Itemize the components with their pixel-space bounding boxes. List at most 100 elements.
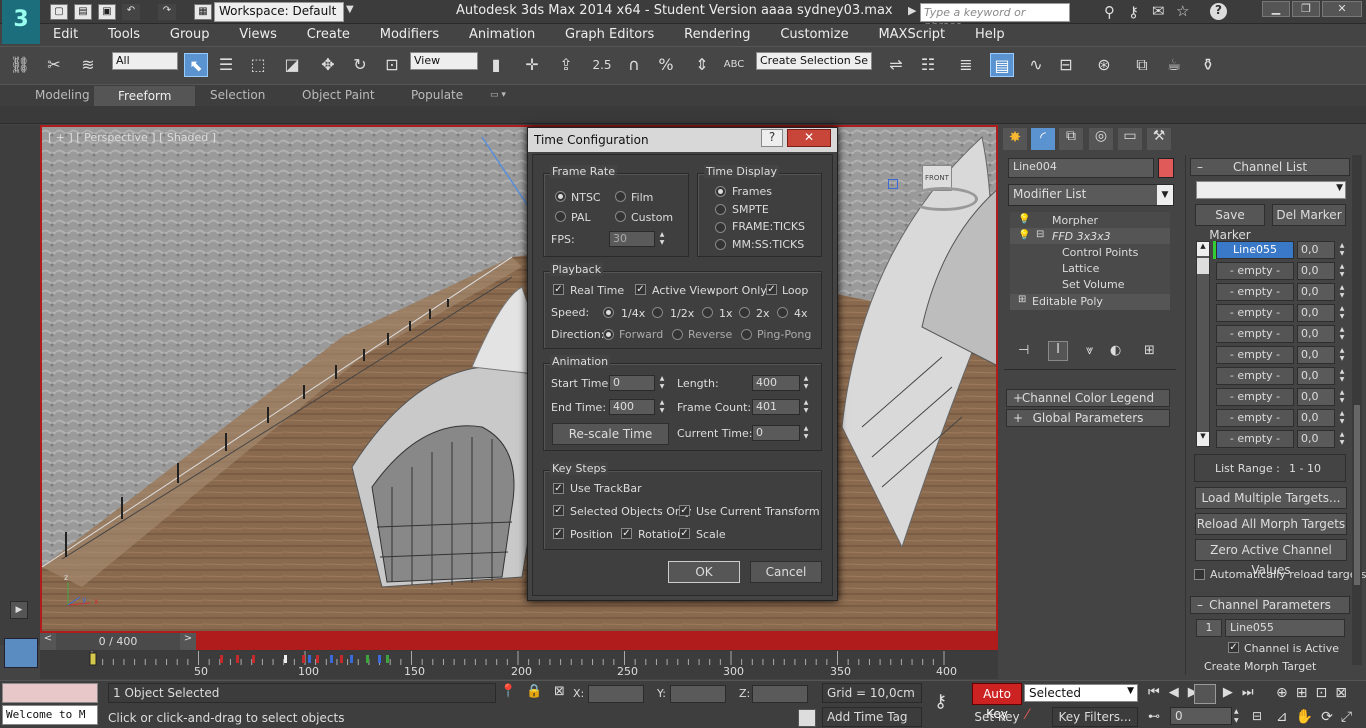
selected-objects-only-checkbox[interactable]: ✓ <box>553 505 564 516</box>
x-coordinate-input[interactable] <box>588 685 644 703</box>
pin-stack-icon[interactable]: ⊣ <box>1018 343 1029 358</box>
panel-scrollbar[interactable] <box>1352 155 1362 665</box>
y-coordinate-input[interactable] <box>670 685 726 703</box>
spinner-snap-icon[interactable]: ⇕ <box>690 53 714 77</box>
radio-speed-1x[interactable] <box>702 307 713 318</box>
collapse-icon[interactable]: ⊟ <box>1036 229 1044 240</box>
search-input[interactable]: Type a keyword or phrase <box>920 3 1070 32</box>
prev-frame-arrow-icon[interactable]: < <box>40 633 56 650</box>
stack-item-set-volume[interactable]: Set Volume <box>1062 278 1124 291</box>
zero-active-channel-values-button[interactable]: Zero Active Channel Values <box>1195 539 1347 577</box>
channel-value-input[interactable]: 0,0 <box>1297 241 1335 259</box>
channel-slot-button[interactable]: - empty - <box>1216 346 1294 364</box>
unlink-icon[interactable]: ✂ <box>42 53 66 77</box>
channel-spinner-arrows[interactable]: ▲ ▼ <box>1337 410 1347 426</box>
length-input[interactable]: 400 <box>752 375 800 391</box>
menu-maxscript[interactable]: MAXScript <box>865 24 958 42</box>
fps-input[interactable]: 30 <box>609 231 655 247</box>
stack-item-control-points[interactable]: Control Points <box>1062 246 1138 259</box>
dope-sheet-icon[interactable]: ⊟ <box>1054 53 1078 77</box>
next-frame-arrow-icon[interactable]: > <box>180 633 196 650</box>
radio-frame-ticks[interactable] <box>715 222 726 233</box>
scroll-thumb[interactable] <box>1197 258 1209 274</box>
global-parameters-rollout[interactable]: + Global Parameters <box>1006 409 1170 427</box>
radio-speed-4x[interactable] <box>777 307 788 318</box>
viewport-nav-top[interactable]: ⊕⊞⊡⊠ <box>1276 685 1355 701</box>
open-file-icon[interactable]: ▤ <box>74 4 92 20</box>
menu-graph-editors[interactable]: Graph Editors <box>552 24 667 42</box>
time-configuration-icon[interactable]: ⊟ <box>1252 709 1262 723</box>
current-time-input[interactable]: 0 <box>752 425 800 441</box>
auto-key-button[interactable]: Auto Key <box>972 683 1022 721</box>
channel-spinner-arrows[interactable]: ▲ ▼ <box>1337 263 1347 279</box>
create-tab-icon[interactable]: ✸ <box>1003 128 1027 150</box>
channel-value-input[interactable]: 0,0 <box>1297 325 1335 343</box>
lightbulb-icon[interactable]: 💡 <box>1018 230 1030 241</box>
set-key-button[interactable]: Set Key <box>972 707 1022 727</box>
key-mode-dropdown[interactable]: Selected ▼ <box>1024 684 1138 702</box>
scroll-down-icon[interactable]: ▼ <box>1197 432 1209 446</box>
frame-spinner-arrows[interactable]: ▲ ▼ <box>1234 707 1244 725</box>
channel-value-input[interactable]: 0,0 <box>1297 283 1335 301</box>
channel-active-checkbox[interactable]: ✓ <box>1228 642 1239 653</box>
material-editor-icon[interactable]: ⊛ <box>1092 53 1116 77</box>
close-dialog-button[interactable]: ✕ <box>787 129 831 147</box>
help-icon[interactable]: ? <box>1210 3 1227 20</box>
fps-spinner-arrows[interactable]: ▲ ▼ <box>657 231 667 247</box>
menu-views[interactable]: Views <box>226 24 290 42</box>
show-end-result-icon[interactable]: Ⅰ <box>1048 341 1068 361</box>
channel-value-input[interactable]: 0,0 <box>1297 388 1335 406</box>
channel-spinner-arrows[interactable]: ▲ ▼ <box>1337 284 1347 300</box>
scroll-up-icon[interactable]: ▲ <box>1197 242 1209 256</box>
load-multiple-targets-button[interactable]: Load Multiple Targets... <box>1195 487 1347 509</box>
rectangle-selection-icon[interactable]: ⬚ <box>246 53 270 77</box>
time-slider-track[interactable] <box>196 633 998 650</box>
modify-tab-icon[interactable]: ◜ <box>1031 128 1055 150</box>
channel-slot-button[interactable]: - empty - <box>1216 409 1294 427</box>
mini-curve-editor-icon[interactable] <box>4 638 38 668</box>
frame-count-spinner-arrows[interactable]: ▲ ▼ <box>801 399 811 415</box>
channel-spinner-arrows[interactable]: ▲ ▼ <box>1337 347 1347 363</box>
channel-name-input[interactable]: Line055 <box>1225 619 1345 637</box>
channel-slot-button[interactable]: - empty - <box>1216 325 1294 343</box>
panel-scroll-thumb[interactable] <box>1354 405 1360 585</box>
channel-value-input[interactable]: 0,0 <box>1297 304 1335 322</box>
view-cube-ring[interactable] <box>908 187 978 211</box>
render-production-icon[interactable]: ⚱ <box>1196 53 1220 77</box>
time-slider-thumb[interactable]: 0 / 400 <box>56 633 180 650</box>
radio-pal[interactable] <box>555 211 566 222</box>
radio-reverse[interactable] <box>672 329 683 340</box>
channel-slot-button[interactable]: Line055 <box>1216 241 1294 259</box>
end-time-input[interactable]: 400 <box>609 399 655 415</box>
redo-icon[interactable]: ↷ <box>158 4 176 20</box>
stack-item-lattice[interactable]: Lattice <box>1062 262 1099 275</box>
perspective-viewport[interactable]: [ + ] [ Perspective ] [ Shaded ] FRONT z… <box>40 125 998 633</box>
position-checkbox[interactable]: ✓ <box>553 528 564 539</box>
render-setup-icon[interactable]: ⧉ <box>1130 53 1154 77</box>
cancel-button[interactable]: Cancel <box>750 561 822 583</box>
remove-modifier-icon[interactable]: ◐ <box>1110 343 1121 358</box>
mirror-icon[interactable]: ⇌ <box>884 53 908 77</box>
key-mode-toggle-icon[interactable]: ⊷ <box>1148 709 1160 723</box>
stack-item-morpher[interactable]: Morpher <box>1052 214 1098 227</box>
favorites-icon[interactable]: ☆ <box>1176 2 1189 20</box>
lightbulb-icon[interactable]: 💡 <box>1018 214 1030 225</box>
channel-slot-button[interactable]: - empty - <box>1216 430 1294 448</box>
channel-value-input[interactable]: 0,0 <box>1297 262 1335 280</box>
expand-panel-icon[interactable]: ▶ <box>10 601 28 619</box>
radio-smpte[interactable] <box>715 204 726 215</box>
modifier-list-dropdown[interactable]: Modifier List ▼ <box>1008 184 1174 206</box>
viewport-label[interactable]: [ + ] [ Perspective ] [ Shaded ] <box>48 131 216 144</box>
radio-mm-ss-ticks[interactable] <box>715 239 726 250</box>
channel-slot-button[interactable]: - empty - <box>1216 304 1294 322</box>
tab-object-paint[interactable]: Object Paint <box>302 88 375 102</box>
current-frame-input[interactable]: 0 <box>1170 707 1232 725</box>
time-slider[interactable]: < 0 / 400 > <box>40 633 998 651</box>
length-spinner-arrows[interactable]: ▲ ▼ <box>801 375 811 391</box>
curve-editor-icon[interactable]: ∿ <box>1024 53 1048 77</box>
search-icon[interactable]: ⚲ <box>1104 3 1115 21</box>
expand-arrow-icon[interactable]: ▶ <box>908 4 916 17</box>
isolate-icon[interactable]: 📍 <box>500 684 516 699</box>
stack-item-editable-poly[interactable]: Editable Poly <box>1032 295 1103 308</box>
lock-icon[interactable]: 🔒 <box>526 684 542 699</box>
